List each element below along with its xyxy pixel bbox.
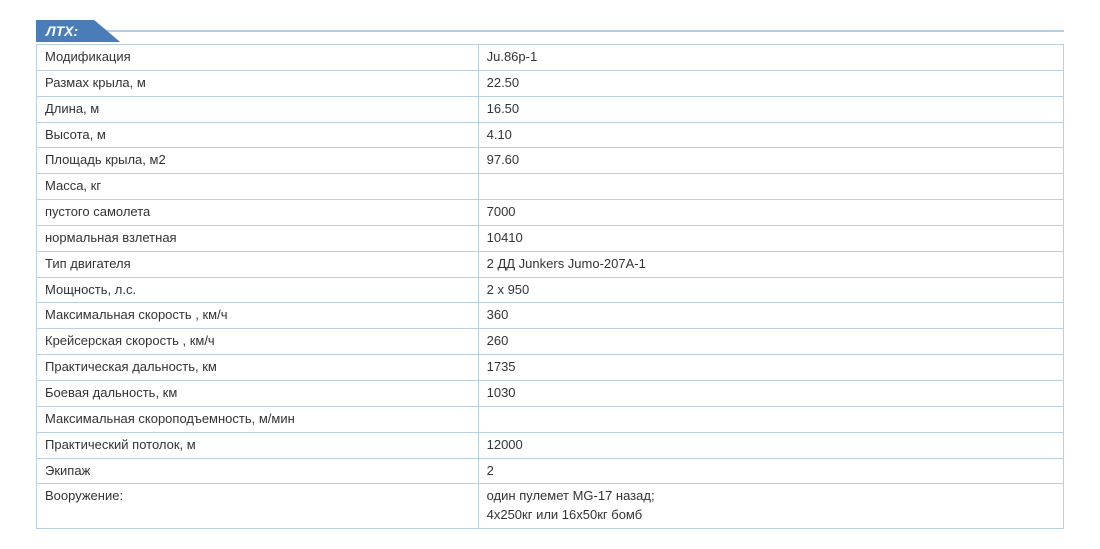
spec-label: Площадь крыла, м2	[37, 148, 479, 174]
spec-value: 2 ДД Junkers Jumo-207A-1	[478, 251, 1063, 277]
spec-value: Ju.86p-1	[478, 45, 1063, 71]
header-rule	[36, 30, 1064, 32]
spec-label: Экипаж	[37, 458, 479, 484]
spec-label: нормальная взлетная	[37, 225, 479, 251]
table-row: пустого самолета7000	[37, 200, 1064, 226]
spec-value	[478, 406, 1063, 432]
spec-value: 97.60	[478, 148, 1063, 174]
spec-value: 360	[478, 303, 1063, 329]
spec-value	[478, 174, 1063, 200]
spec-label: пустого самолета	[37, 200, 479, 226]
table-row: Тип двигателя2 ДД Junkers Jumo-207A-1	[37, 251, 1064, 277]
table-row: Практическая дальность, км1735	[37, 355, 1064, 381]
spec-value: 2	[478, 458, 1063, 484]
table-row: Масса, кг	[37, 174, 1064, 200]
spec-table: МодификацияJu.86p-1Размах крыла, м22.50Д…	[36, 44, 1064, 529]
spec-label: Длина, м	[37, 96, 479, 122]
spec-label: Размах крыла, м	[37, 70, 479, 96]
spec-label: Практическая дальность, км	[37, 355, 479, 381]
table-row: Боевая дальность, км1030	[37, 380, 1064, 406]
spec-label: Боевая дальность, км	[37, 380, 479, 406]
spec-value: 16.50	[478, 96, 1063, 122]
spec-value: 1030	[478, 380, 1063, 406]
spec-value: 10410	[478, 225, 1063, 251]
table-row: Размах крыла, м22.50	[37, 70, 1064, 96]
spec-value: 4.10	[478, 122, 1063, 148]
spec-label: Крейсерская скорость , км/ч	[37, 329, 479, 355]
spec-label: Максимальная скорость , км/ч	[37, 303, 479, 329]
spec-label: Максимальная скороподъемность, м/мин	[37, 406, 479, 432]
spec-value: 2 х 950	[478, 277, 1063, 303]
section-header: ЛТХ:	[36, 20, 1064, 42]
table-row: Площадь крыла, м297.60	[37, 148, 1064, 174]
table-row: Крейсерская скорость , км/ч260	[37, 329, 1064, 355]
spec-value: 1735	[478, 355, 1063, 381]
spec-value: 260	[478, 329, 1063, 355]
table-row: Длина, м16.50	[37, 96, 1064, 122]
table-row: Вооружение:один пулемет MG-17 назад;4х25…	[37, 484, 1064, 529]
table-row: МодификацияJu.86p-1	[37, 45, 1064, 71]
table-row: нормальная взлетная10410	[37, 225, 1064, 251]
spec-value: 12000	[478, 432, 1063, 458]
table-row: Максимальная скорость , км/ч360	[37, 303, 1064, 329]
spec-label: Мощность, л.с.	[37, 277, 479, 303]
spec-label: Вооружение:	[37, 484, 479, 529]
table-row: Мощность, л.с.2 х 950	[37, 277, 1064, 303]
spec-label: Тип двигателя	[37, 251, 479, 277]
spec-label: Высота, м	[37, 122, 479, 148]
table-row: Высота, м4.10	[37, 122, 1064, 148]
spec-label: Масса, кг	[37, 174, 479, 200]
spec-value: один пулемет MG-17 назад;4х250кг или 16х…	[478, 484, 1063, 529]
table-row: Максимальная скороподъемность, м/мин	[37, 406, 1064, 432]
spec-label: Модификация	[37, 45, 479, 71]
table-row: Экипаж2	[37, 458, 1064, 484]
table-row: Практический потолок, м12000	[37, 432, 1064, 458]
spec-value: 22.50	[478, 70, 1063, 96]
spec-value: 7000	[478, 200, 1063, 226]
spec-label: Практический потолок, м	[37, 432, 479, 458]
